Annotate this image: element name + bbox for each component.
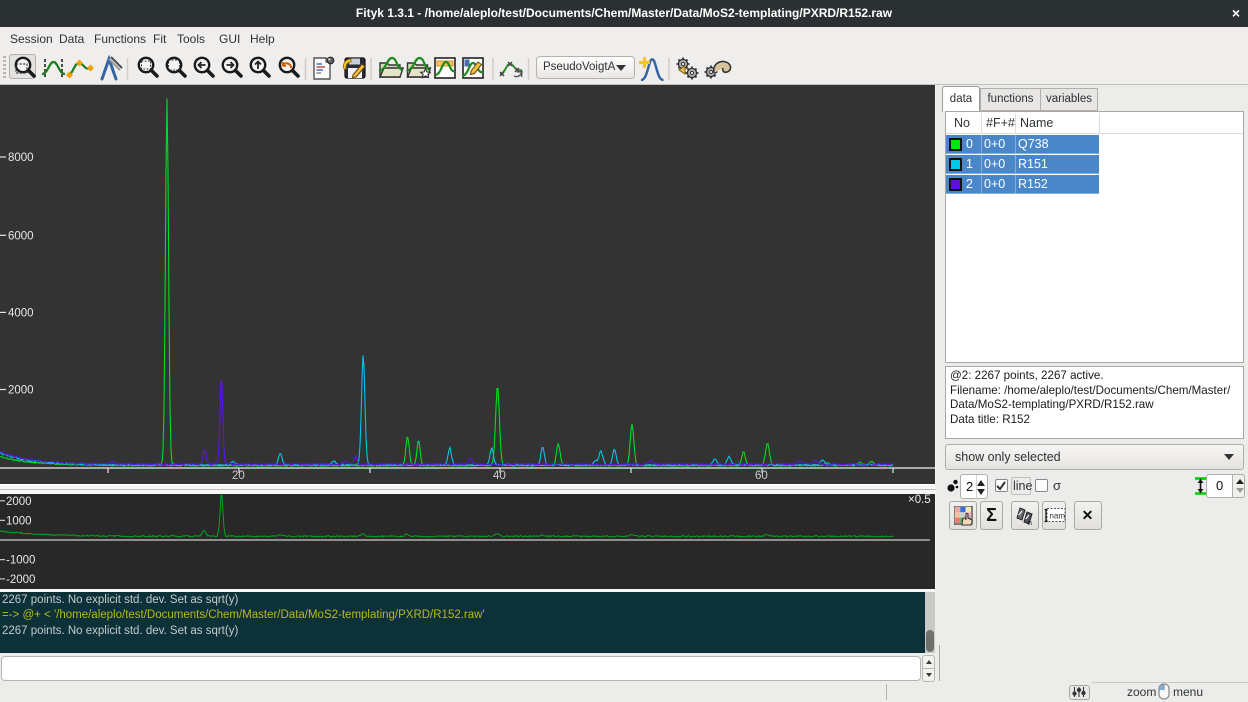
svg-text:4000: 4000 xyxy=(8,307,34,319)
svg-text:20: 20 xyxy=(232,470,245,482)
svg-text:8000: 8000 xyxy=(8,152,34,164)
svg-text:60: 60 xyxy=(755,470,768,482)
svg-text:2000: 2000 xyxy=(8,385,34,397)
svg-text:2000: 2000 xyxy=(6,496,32,508)
svg-text:n: n xyxy=(1028,520,1032,526)
svg-text:-1000: -1000 xyxy=(6,555,35,567)
svg-text:×0.5: ×0.5 xyxy=(908,494,931,506)
svg-text:6000: 6000 xyxy=(8,230,34,242)
svg-text:nam: nam xyxy=(1049,512,1065,521)
svg-text:40: 40 xyxy=(493,470,506,482)
svg-text:-2000: -2000 xyxy=(6,574,35,586)
svg-text:1000: 1000 xyxy=(6,515,32,527)
